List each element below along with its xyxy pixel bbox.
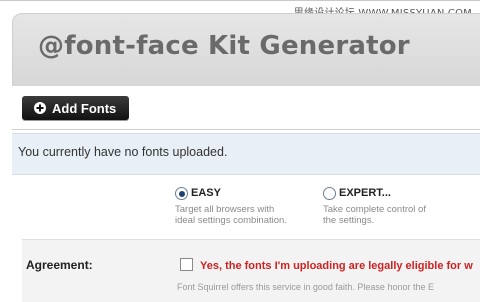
agreement-note: Font Squirrel offers this service in goo… bbox=[177, 282, 434, 292]
agreement-checkbox-text: Yes, the fonts I'm uploading are legally… bbox=[200, 260, 473, 272]
page-panel: 思缘设计论坛 WWW.MISSYUAN.COM @font-face Kit G… bbox=[0, 0, 480, 302]
plus-circle-icon bbox=[34, 102, 46, 114]
expert-desc-line1: Take complete control of bbox=[323, 204, 426, 215]
expert-description: Take complete control of the settings. bbox=[323, 204, 463, 226]
notice-text: You currently have no fonts uploaded. bbox=[18, 145, 228, 159]
divider bbox=[12, 129, 480, 130]
expert-radio[interactable] bbox=[323, 187, 336, 200]
fonts-notice: You currently have no fonts uploaded. bbox=[12, 133, 480, 175]
easy-desc-line2: ideal settings combination. bbox=[175, 215, 287, 226]
add-fonts-label: Add Fonts bbox=[52, 100, 117, 116]
easy-desc-line1: Target all browsers with bbox=[175, 204, 275, 215]
page-title: @font-face Kit Generator bbox=[38, 31, 410, 61]
expert-desc-line2: the settings. bbox=[323, 215, 375, 226]
easy-radio[interactable] bbox=[175, 187, 188, 200]
agreement-section: Agreement: Yes, the fonts I'm uploading … bbox=[22, 239, 480, 302]
easy-description: Target all browsers with ideal settings … bbox=[175, 204, 315, 226]
add-fonts-button[interactable]: Add Fonts bbox=[22, 96, 129, 120]
agreement-checkbox[interactable] bbox=[180, 258, 193, 271]
expert-label: EXPERT... bbox=[339, 187, 391, 199]
easy-label: EASY bbox=[191, 187, 221, 199]
agreement-label: Agreement: bbox=[26, 258, 93, 272]
